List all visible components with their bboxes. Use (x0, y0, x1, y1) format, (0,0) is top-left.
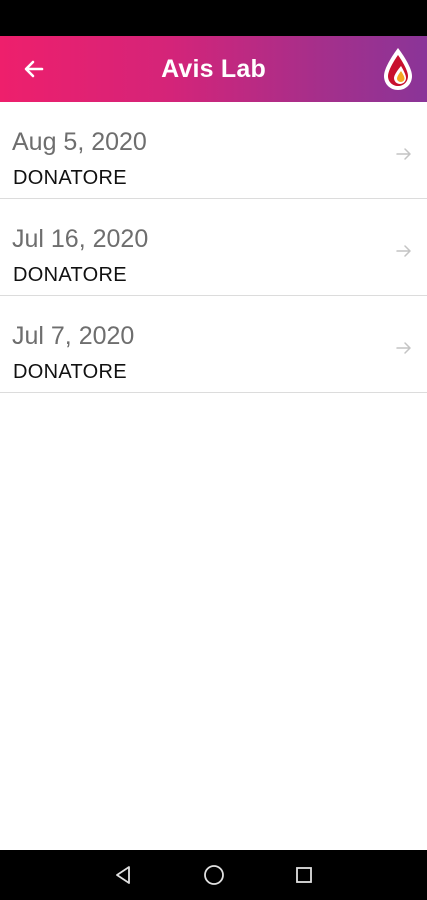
arrow-right-icon (396, 245, 411, 257)
donation-row-1[interactable]: Aug 5, 2020 DONATORE (0, 102, 427, 199)
back-triangle-icon[interactable] (111, 863, 135, 887)
donation-row-3[interactable]: Jul 7, 2020 DONATORE (0, 296, 427, 393)
system-navigation-bar (0, 850, 427, 900)
blood-drop-logo (384, 48, 412, 90)
status-bar (0, 0, 427, 36)
donation-date: Jul 7, 2020 (12, 322, 135, 350)
arrow-left-icon (24, 60, 44, 78)
arrow-right-icon (396, 148, 411, 160)
donation-role: DONATORE (13, 167, 127, 189)
donation-list: Aug 5, 2020 DONATORE Jul 16, 2020 DONATO… (0, 102, 427, 393)
back-button[interactable] (16, 51, 52, 87)
donation-date: Aug 5, 2020 (12, 128, 147, 156)
app-title: Avis Lab (161, 54, 266, 83)
app-bar: Avis Lab (0, 36, 427, 102)
home-circle-icon[interactable] (202, 863, 226, 887)
donation-role: DONATORE (13, 361, 127, 383)
arrow-right-icon (396, 342, 411, 354)
donation-date: Jul 16, 2020 (12, 225, 149, 253)
donation-role: DONATORE (13, 264, 127, 286)
donation-row-2[interactable]: Jul 16, 2020 DONATORE (0, 199, 427, 296)
recents-square-icon[interactable] (292, 863, 316, 887)
